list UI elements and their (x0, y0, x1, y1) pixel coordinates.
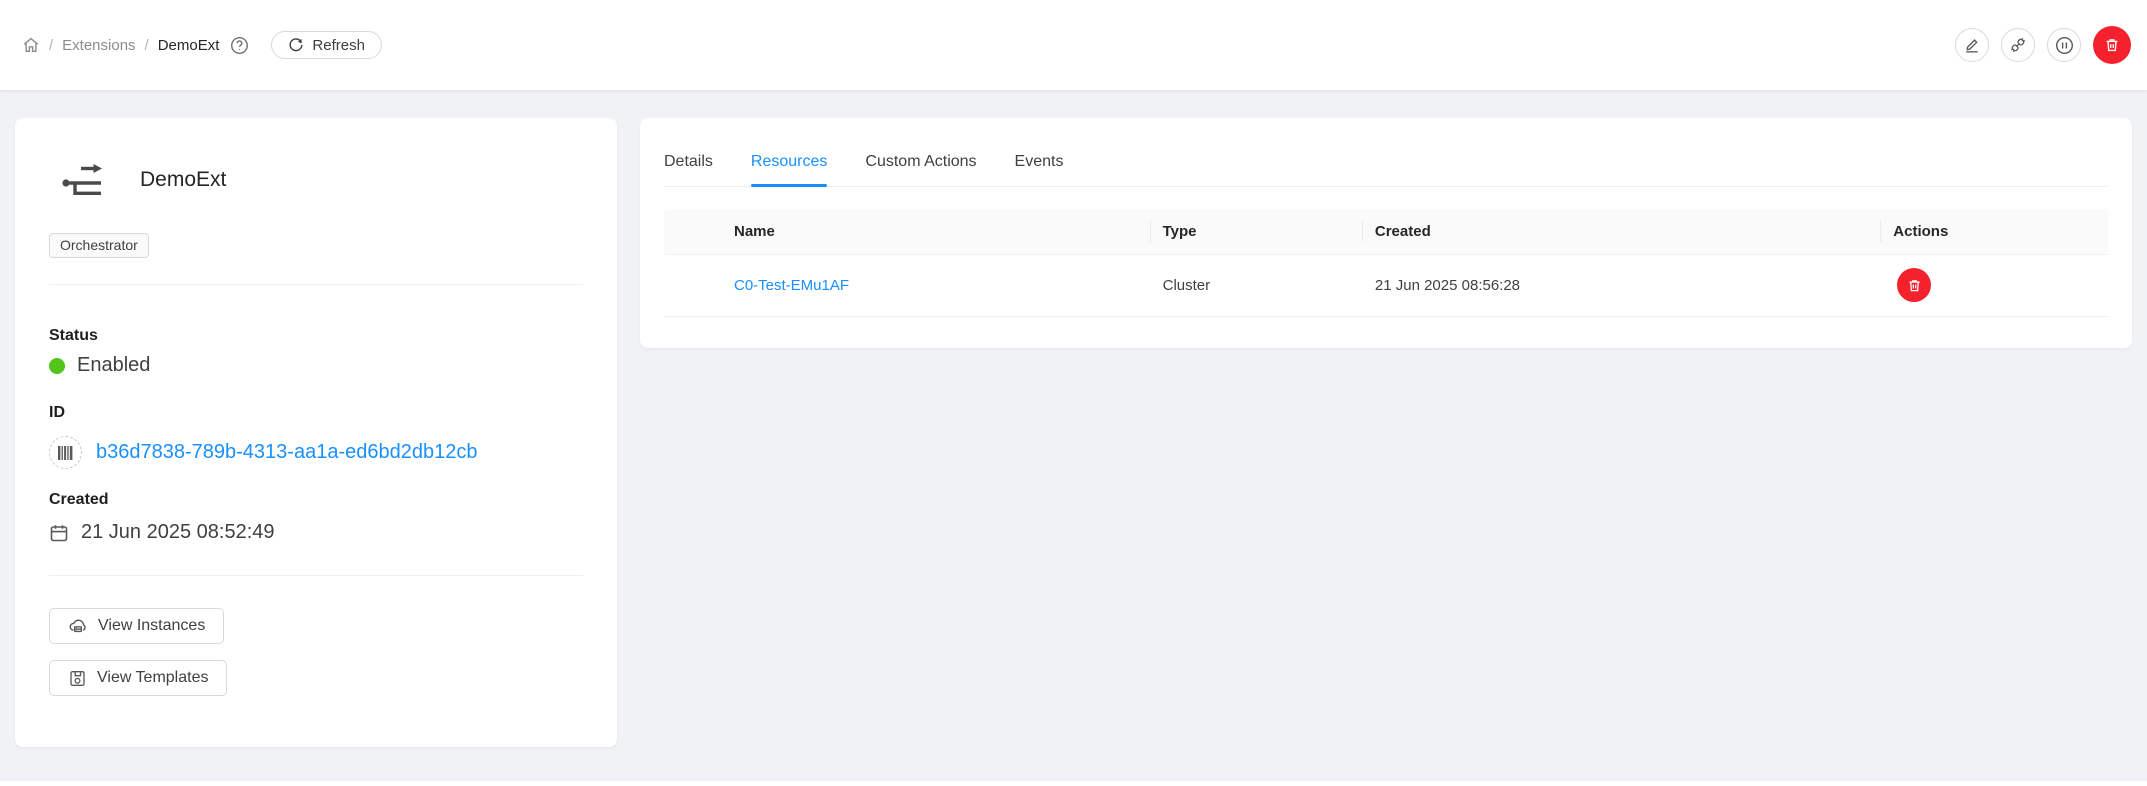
bottom-page-edge (0, 781, 2147, 786)
status-enabled-dot (49, 358, 65, 374)
pause-button[interactable] (2047, 28, 2081, 62)
topbar-actions (1955, 26, 2131, 64)
trash-icon (1906, 277, 1923, 294)
view-instances-button[interactable]: View Instances (49, 608, 224, 644)
resource-name-link[interactable]: C0-Test-EMu1AF (734, 277, 849, 294)
breadcrumb-item-current: DemoExt (158, 37, 220, 54)
edit-pencil-icon (1963, 36, 1981, 54)
column-header-actions: Actions (1881, 209, 2108, 254)
created-row: 21 Jun 2025 08:52:49 (49, 521, 583, 544)
id-row: b36d7838-789b-4313-aa1a-ed6bd2db12cb (49, 436, 583, 469)
created-value: 21 Jun 2025 08:52:49 (81, 521, 275, 544)
orchestrator-flow-icon (61, 160, 105, 200)
status-value: Enabled (77, 354, 150, 377)
tab-details[interactable]: Details (664, 152, 713, 186)
column-header-name: Name (664, 209, 1151, 254)
pause-circle-icon (2055, 36, 2074, 55)
refresh-button[interactable]: Refresh (271, 31, 382, 59)
edit-button[interactable] (1955, 28, 1989, 62)
entity-type-tag: Orchestrator (49, 233, 149, 258)
entity-summary-card: DemoExt Orchestrator Status Enabled ID b… (15, 118, 617, 747)
table-row: C0-Test-EMu1AF Cluster 21 Jun 2025 08:56… (664, 254, 2108, 316)
view-templates-label: View Templates (97, 669, 208, 687)
status-row: Enabled (49, 354, 583, 377)
breadcrumb-separator: / (145, 37, 149, 54)
divider (49, 575, 583, 576)
breadcrumb: / Extensions / DemoExt (22, 36, 249, 55)
entity-id-link[interactable]: b36d7838-789b-4313-aa1a-ed6bd2db12cb (96, 441, 477, 464)
view-templates-button[interactable]: View Templates (49, 660, 227, 696)
home-icon[interactable] (22, 36, 40, 54)
column-header-created: Created (1363, 209, 1881, 254)
top-header-bar: / Extensions / DemoExt Refresh (0, 0, 2147, 90)
resources-table: Name Type Created Actions C0-Test-EMu1AF… (664, 209, 2108, 317)
breadcrumb-separator: / (49, 37, 53, 54)
view-instances-label: View Instances (98, 617, 205, 635)
delete-extension-button[interactable] (2093, 26, 2131, 64)
resource-type-cell: Cluster (1151, 254, 1363, 316)
table-header-row: Name Type Created Actions (664, 209, 2108, 254)
tab-custom-actions[interactable]: Custom Actions (865, 152, 976, 186)
main-content: DemoExt Orchestrator Status Enabled ID b… (0, 90, 2147, 747)
calendar-icon (49, 523, 69, 543)
resource-created-cell: 21 Jun 2025 08:56:28 (1363, 254, 1881, 316)
sync-icon (288, 37, 304, 53)
created-label: Created (49, 490, 583, 509)
question-circle-icon[interactable] (230, 36, 249, 55)
api-connection-button[interactable] (2001, 28, 2035, 62)
save-template-icon (68, 669, 87, 688)
column-header-type: Type (1151, 209, 1363, 254)
breadcrumb-item-extensions[interactable]: Extensions (62, 37, 135, 54)
status-label: Status (49, 326, 583, 345)
barcode-icon (49, 436, 82, 469)
entity-detail-card: Details Resources Custom Actions Events … (640, 118, 2132, 348)
tab-resources[interactable]: Resources (751, 152, 827, 186)
entity-header: DemoExt (61, 160, 583, 200)
api-plug-icon (2009, 36, 2027, 54)
delete-resource-button[interactable] (1897, 268, 1931, 302)
tab-bar: Details Resources Custom Actions Events (664, 118, 2108, 187)
divider (49, 284, 583, 285)
refresh-button-label: Refresh (312, 37, 365, 54)
tab-events[interactable]: Events (1015, 152, 1064, 186)
entity-title: DemoExt (140, 168, 226, 192)
cloud-server-icon (68, 616, 88, 636)
trash-icon (2103, 36, 2121, 54)
id-label: ID (49, 403, 583, 422)
